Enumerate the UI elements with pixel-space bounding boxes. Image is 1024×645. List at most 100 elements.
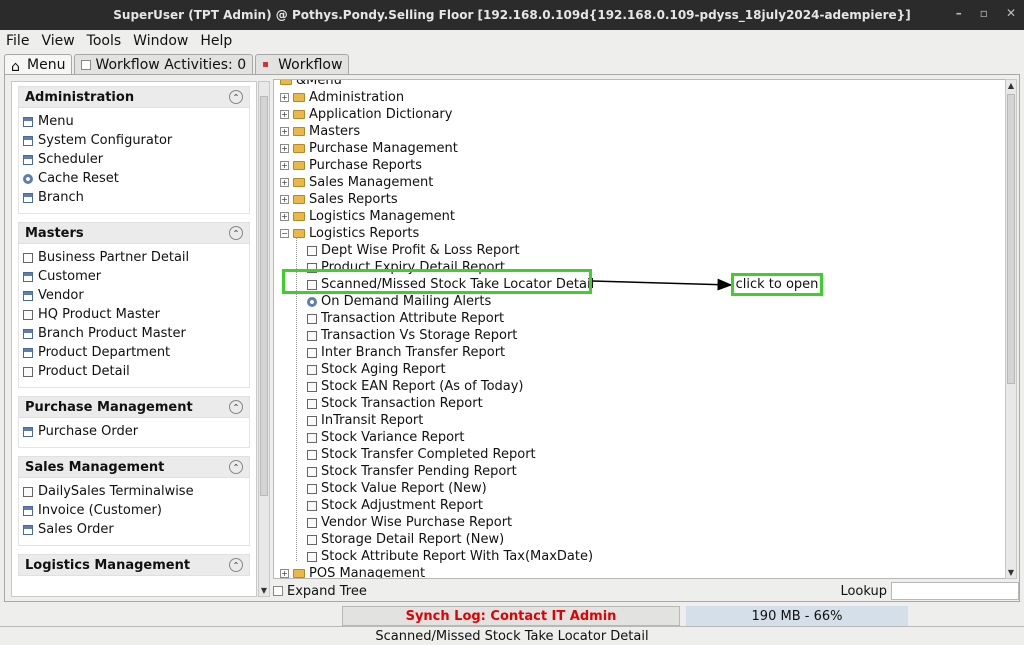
tab-workflow[interactable]: ▪ Workflow bbox=[255, 54, 350, 74]
menu-file[interactable]: File bbox=[6, 33, 29, 49]
minimize-button[interactable]: – bbox=[956, 6, 962, 20]
tree-leaf[interactable]: Stock Adjustment Report bbox=[307, 497, 483, 514]
sidebar-item[interactable]: Business Partner Detail bbox=[23, 248, 245, 267]
sidebar-item[interactable]: DailySales Terminalwise bbox=[23, 482, 245, 501]
sidebar-item-label: Scheduler bbox=[38, 152, 104, 167]
expand-icon[interactable]: + bbox=[280, 144, 289, 153]
lookup-input[interactable] bbox=[891, 582, 1019, 600]
tree-leaf[interactable]: Stock Transfer Completed Report bbox=[307, 446, 536, 463]
collapse-icon[interactable]: − bbox=[280, 229, 289, 238]
expand-icon[interactable]: + bbox=[280, 195, 289, 204]
expand-tree-label[interactable]: Expand Tree bbox=[287, 584, 367, 599]
tree-leaf[interactable]: Stock Aging Report bbox=[307, 361, 446, 378]
tree-scroll-thumb[interactable] bbox=[1007, 94, 1015, 384]
tab-workflow-activities[interactable]: Workflow Activities: 0 bbox=[74, 54, 254, 74]
close-button[interactable]: ✕ bbox=[1006, 6, 1016, 20]
tree-node-label: Logistics Reports bbox=[309, 226, 420, 241]
scroll-up-icon[interactable]: ▲ bbox=[1007, 81, 1015, 90]
expand-icon[interactable]: + bbox=[280, 127, 289, 136]
tree-node-label: Vendor Wise Purchase Report bbox=[321, 515, 513, 530]
tree-leaf[interactable]: Inter Branch Transfer Report bbox=[307, 344, 505, 361]
tree-folder[interactable]: + POS Management bbox=[280, 565, 425, 578]
tree-scrollbar[interactable]: ▲ ▼ bbox=[1005, 79, 1017, 579]
maximize-button[interactable]: ▫ bbox=[980, 6, 988, 20]
tree-folder[interactable]: + Purchase Management bbox=[280, 140, 458, 157]
scroll-down-icon[interactable]: ▼ bbox=[260, 586, 268, 595]
sidebar-item[interactable]: Cache Reset bbox=[23, 169, 245, 188]
tree-leaf[interactable]: Stock Transfer Pending Report bbox=[307, 463, 517, 480]
tree-folder[interactable]: + Logistics Management bbox=[280, 208, 455, 225]
sidebar-item[interactable]: Purchase Order bbox=[23, 422, 245, 441]
tree-leaf[interactable]: Stock EAN Report (As of Today) bbox=[307, 378, 524, 395]
sidebar-item[interactable]: Customer bbox=[23, 267, 245, 286]
tree-node-label: Inter Branch Transfer Report bbox=[321, 345, 506, 360]
tree-leaf[interactable]: Stock Attribute Report With Tax(MaxDate) bbox=[307, 548, 593, 565]
sidebar-section-header[interactable]: Logistics Management ⌃ bbox=[18, 554, 250, 576]
tree-leaf[interactable]: Stock Value Report (New) bbox=[307, 480, 487, 497]
menu-help[interactable]: Help bbox=[200, 33, 232, 49]
sidebar-item[interactable]: Product Department bbox=[23, 343, 245, 362]
tree-folder-open[interactable]: − Logistics Reports bbox=[280, 225, 419, 242]
tree-node-label: Stock Value Report (New) bbox=[321, 481, 487, 496]
sidebar-item[interactable]: HQ Product Master bbox=[23, 305, 245, 324]
sidebar-item[interactable]: Menu bbox=[23, 112, 245, 131]
tree-leaf[interactable]: Dept Wise Profit & Loss Report bbox=[307, 242, 520, 259]
folder-icon bbox=[293, 178, 305, 187]
menu-window[interactable]: Window bbox=[133, 33, 188, 49]
expand-icon[interactable]: + bbox=[280, 569, 289, 578]
collapse-icon[interactable]: ⌃ bbox=[229, 558, 243, 572]
expand-icon[interactable]: + bbox=[280, 212, 289, 221]
sidebar-item[interactable]: Branch bbox=[23, 188, 245, 207]
expand-icon[interactable]: + bbox=[280, 178, 289, 187]
tree-folder[interactable]: + Application Dictionary bbox=[280, 106, 452, 123]
favorites-scrollbar[interactable]: ▼ bbox=[258, 81, 270, 597]
synch-log-button[interactable]: Synch Log: Contact IT Admin bbox=[342, 606, 680, 626]
tree-leaf[interactable]: Storage Detail Report (New) bbox=[307, 531, 504, 548]
tree-folder[interactable]: + Masters bbox=[280, 123, 360, 140]
sidebar-item[interactable]: Scheduler bbox=[23, 150, 245, 169]
window-icon bbox=[23, 426, 33, 437]
sidebar-section-header[interactable]: Masters ⌃ bbox=[18, 222, 250, 244]
tree-folder[interactable]: + Purchase Reports bbox=[280, 157, 422, 174]
tree-leaf[interactable]: InTransit Report bbox=[307, 412, 423, 429]
folder-icon bbox=[293, 569, 305, 578]
tree-folder[interactable]: + Administration bbox=[280, 89, 404, 106]
sidebar-section-header[interactable]: Sales Management ⌃ bbox=[18, 456, 250, 478]
report-icon bbox=[307, 381, 317, 392]
collapse-icon[interactable]: ⌃ bbox=[229, 90, 243, 104]
tree-root[interactable]: &Menu bbox=[280, 80, 342, 89]
menu-tools[interactable]: Tools bbox=[87, 33, 122, 49]
collapse-icon[interactable]: ⌃ bbox=[229, 226, 243, 240]
sidebar-item[interactable]: System Configurator bbox=[23, 131, 245, 150]
sidebar-section-header[interactable]: Administration ⌃ bbox=[18, 86, 250, 108]
sidebar-item[interactable]: Sales Order bbox=[23, 520, 245, 539]
sidebar-item[interactable]: Invoice (Customer) bbox=[23, 501, 245, 520]
sidebar-item[interactable]: Product Detail bbox=[23, 362, 245, 381]
memory-indicator[interactable]: 190 MB - 66% bbox=[686, 606, 908, 626]
tree-node-label: Stock Adjustment Report bbox=[321, 498, 483, 513]
collapse-icon[interactable]: ⌃ bbox=[229, 400, 243, 414]
expand-tree-checkbox[interactable] bbox=[273, 586, 283, 596]
sidebar-section-header[interactable]: Purchase Management ⌃ bbox=[18, 396, 250, 418]
tree-leaf[interactable]: Stock Variance Report bbox=[307, 429, 465, 446]
expand-icon[interactable]: + bbox=[280, 93, 289, 102]
expand-icon[interactable]: + bbox=[280, 110, 289, 119]
tab-menu[interactable]: ⌂ Menu bbox=[4, 54, 73, 75]
tree-leaf[interactable]: Transaction Vs Storage Report bbox=[307, 327, 517, 344]
tree-leaf[interactable]: Stock Transaction Report bbox=[307, 395, 483, 412]
tree-folder[interactable]: + Sales Reports bbox=[280, 191, 398, 208]
favorites-scroll-thumb[interactable] bbox=[260, 96, 268, 496]
tree-node-label: Purchase Management bbox=[309, 141, 458, 156]
sidebar-item[interactable]: Branch Product Master bbox=[23, 324, 245, 343]
expand-icon[interactable]: + bbox=[280, 161, 289, 170]
collapse-icon[interactable]: ⌃ bbox=[229, 460, 243, 474]
scroll-down-icon[interactable]: ▼ bbox=[1007, 568, 1015, 577]
sidebar-item[interactable]: Vendor bbox=[23, 286, 245, 305]
tree-leaf[interactable]: Transaction Attribute Report bbox=[307, 310, 504, 327]
tree-leaf[interactable]: Vendor Wise Purchase Report bbox=[307, 514, 512, 531]
report-icon bbox=[307, 398, 317, 409]
tree-folder[interactable]: + Sales Management bbox=[280, 174, 433, 191]
report-icon bbox=[307, 483, 317, 494]
tree-leaf[interactable]: On Demand Mailing Alerts bbox=[307, 293, 491, 310]
menu-view[interactable]: View bbox=[41, 33, 74, 49]
